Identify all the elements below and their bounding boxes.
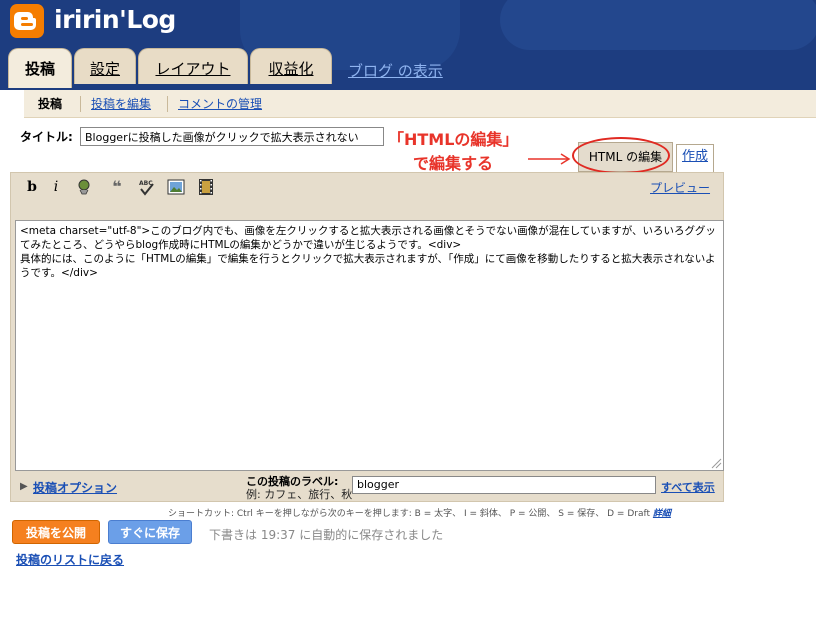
- post-body-textarea[interactable]: <meta charset="utf-8">このブログ内でも、画像を左クリックす…: [15, 220, 724, 471]
- tab-monetize[interactable]: 収益化: [250, 48, 332, 84]
- tab-layout[interactable]: レイアウト: [138, 48, 248, 84]
- view-blog-link[interactable]: ブログ の表示: [348, 60, 443, 81]
- subnav-new-post[interactable]: 投稿: [28, 96, 72, 112]
- video-icon: [199, 179, 213, 195]
- blogger-logo-icon[interactable]: [10, 4, 44, 38]
- annotation-text: 「HTMLの編集」: [388, 130, 519, 149]
- save-now-button[interactable]: すぐに保存: [108, 520, 192, 544]
- expand-arrow-icon[interactable]: ▶: [20, 481, 28, 492]
- bold-button[interactable]: b: [23, 178, 41, 196]
- blog-title: iririn'Log: [54, 5, 176, 34]
- shortcut-hint: ショートカット: Ctrl キーを押しながら次のキーを押します: B = 太字、…: [168, 506, 671, 519]
- title-label: タイトル:: [20, 130, 73, 144]
- subnav-manage-comments[interactable]: コメントの管理: [167, 96, 272, 112]
- back-to-posts-link[interactable]: 投稿のリストに戻る: [16, 551, 124, 568]
- shortcut-text: ショートカット: Ctrl キーを押しながら次のキーを押します: B = 太字、…: [168, 509, 651, 519]
- labels-example: 例: カフェ、旅行、秋: [246, 488, 353, 501]
- link-icon: [78, 179, 90, 195]
- tab-posting[interactable]: 投稿: [8, 48, 72, 88]
- spellcheck-icon: ABC: [139, 180, 154, 196]
- annotation-text: で編集する: [413, 154, 494, 173]
- italic-button[interactable]: i: [47, 178, 65, 196]
- show-all-labels-link[interactable]: すべて表示: [661, 479, 715, 495]
- publish-button[interactable]: 投稿を公開: [12, 520, 100, 544]
- autosave-status: 下書きは 19:37 に自動的に保存されました: [209, 528, 444, 542]
- subnav-edit-posts[interactable]: 投稿を編集: [80, 96, 161, 112]
- insert-video-button[interactable]: [197, 178, 215, 196]
- compose-tab[interactable]: 作成: [676, 144, 714, 172]
- blockquote-button[interactable]: ❝: [108, 178, 126, 196]
- link-button[interactable]: [75, 178, 93, 196]
- annotation-circle: [572, 137, 670, 174]
- annotation-arrow-icon: [528, 153, 571, 165]
- tab-settings[interactable]: 設定: [74, 48, 136, 84]
- quote-icon: ❝: [112, 177, 122, 196]
- title-input[interactable]: Bloggerに投稿した画像がクリックで拡大表示されない: [80, 127, 384, 146]
- header-decoration: [500, 0, 816, 50]
- preview-link[interactable]: プレビュー: [650, 179, 710, 196]
- labels-input[interactable]: blogger: [352, 476, 656, 494]
- shortcut-details-link[interactable]: 詳細: [653, 509, 671, 519]
- spellcheck-button[interactable]: ABC: [138, 178, 156, 196]
- insert-image-button[interactable]: [167, 178, 185, 196]
- image-icon: [167, 179, 185, 195]
- post-options-link[interactable]: 投稿オプション: [33, 479, 117, 496]
- resize-handle-icon[interactable]: [711, 458, 722, 469]
